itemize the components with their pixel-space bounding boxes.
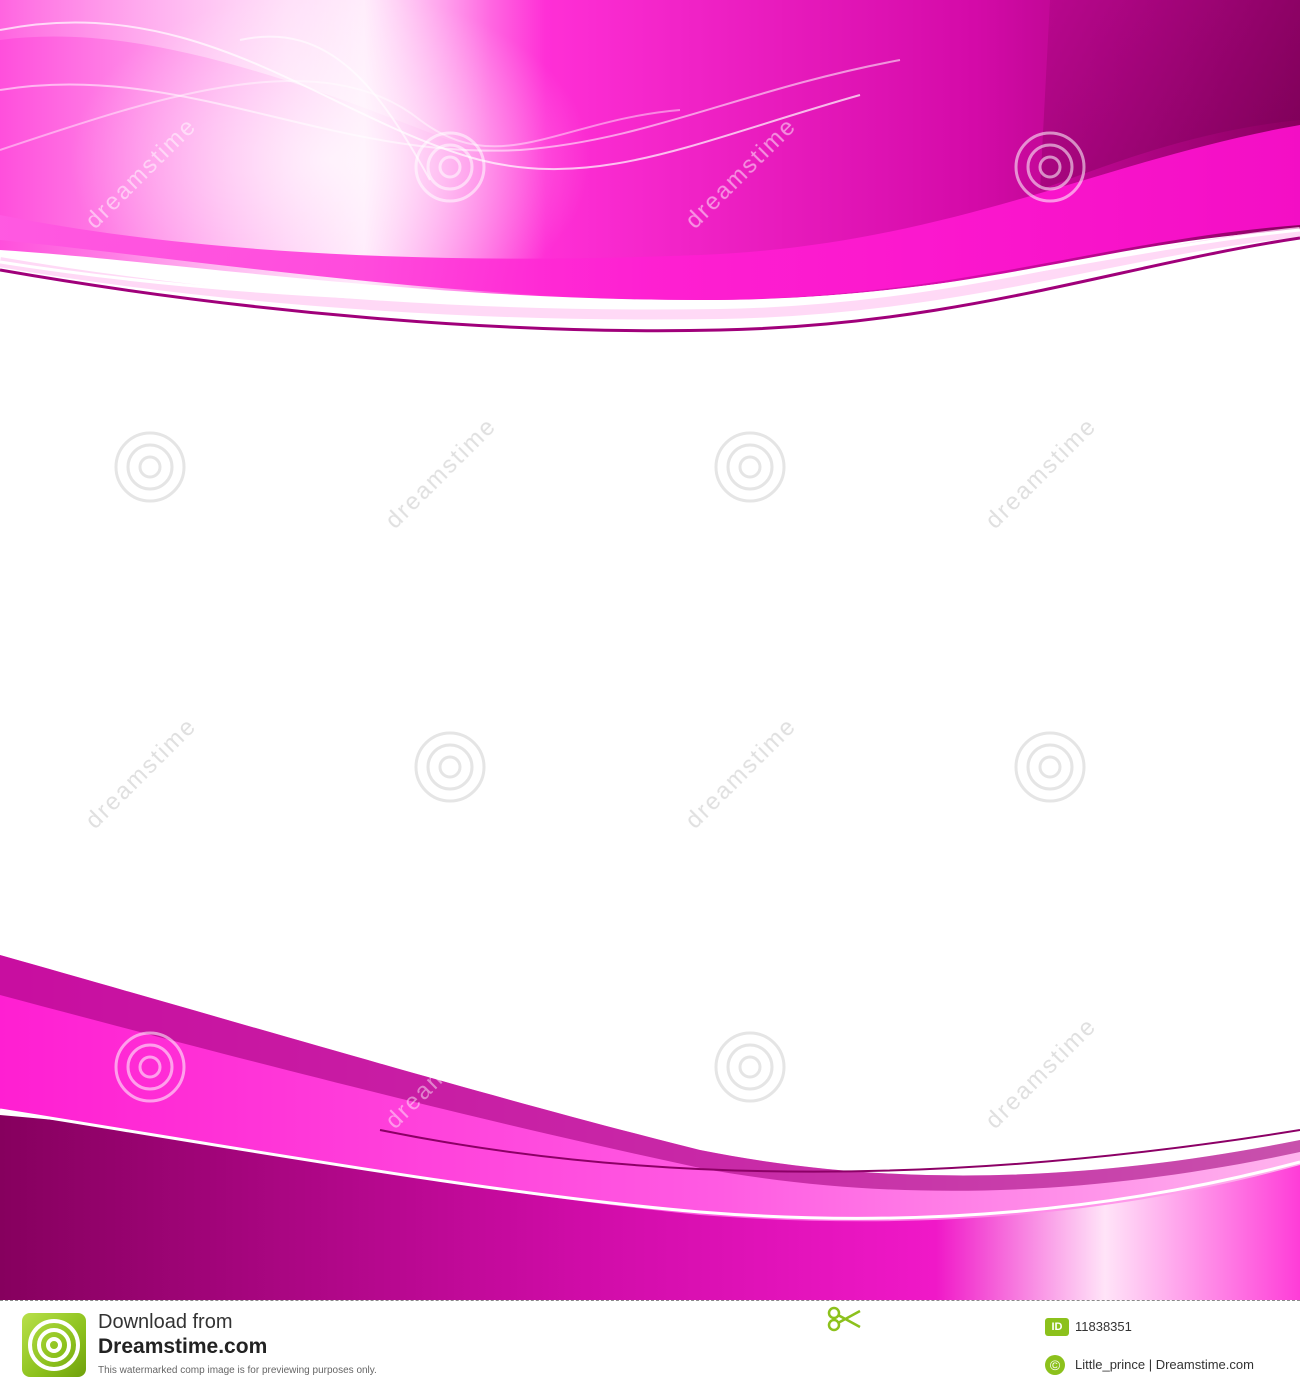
download-from-label: Download from <box>98 1311 233 1333</box>
watermark-text: dreamstime <box>980 1012 1102 1134</box>
brand-link[interactable]: Dreamstime.com <box>98 1335 267 1359</box>
watermark-spiral-icons <box>114 431 1086 1103</box>
watermark-text: dreamstime <box>380 412 502 534</box>
scissors-icon <box>826 1305 862 1333</box>
stock-image-canvas: dreamstime dreamstime dreamstime dreamst… <box>0 0 1300 1300</box>
dreamstime-footer: Download from Dreamstime.com This waterm… <box>0 1300 1300 1390</box>
watermark-text: dreamstime <box>980 412 1102 534</box>
watermark-text: dreamstime <box>680 712 802 834</box>
copyright-icon: © <box>1045 1355 1065 1375</box>
id-badge: ID <box>1045 1318 1069 1336</box>
pink-wave-artwork: dreamstime dreamstime dreamstime dreamst… <box>0 0 1300 1300</box>
dreamstime-logo-icon <box>22 1313 86 1377</box>
watermark-text: dreamstime <box>80 712 202 834</box>
author-credit[interactable]: Little_prince | Dreamstime.com <box>1075 1356 1254 1374</box>
watermark-disclaimer: This watermarked comp image is for previ… <box>98 1365 377 1376</box>
image-id-number: 11838351 <box>1075 1319 1132 1334</box>
